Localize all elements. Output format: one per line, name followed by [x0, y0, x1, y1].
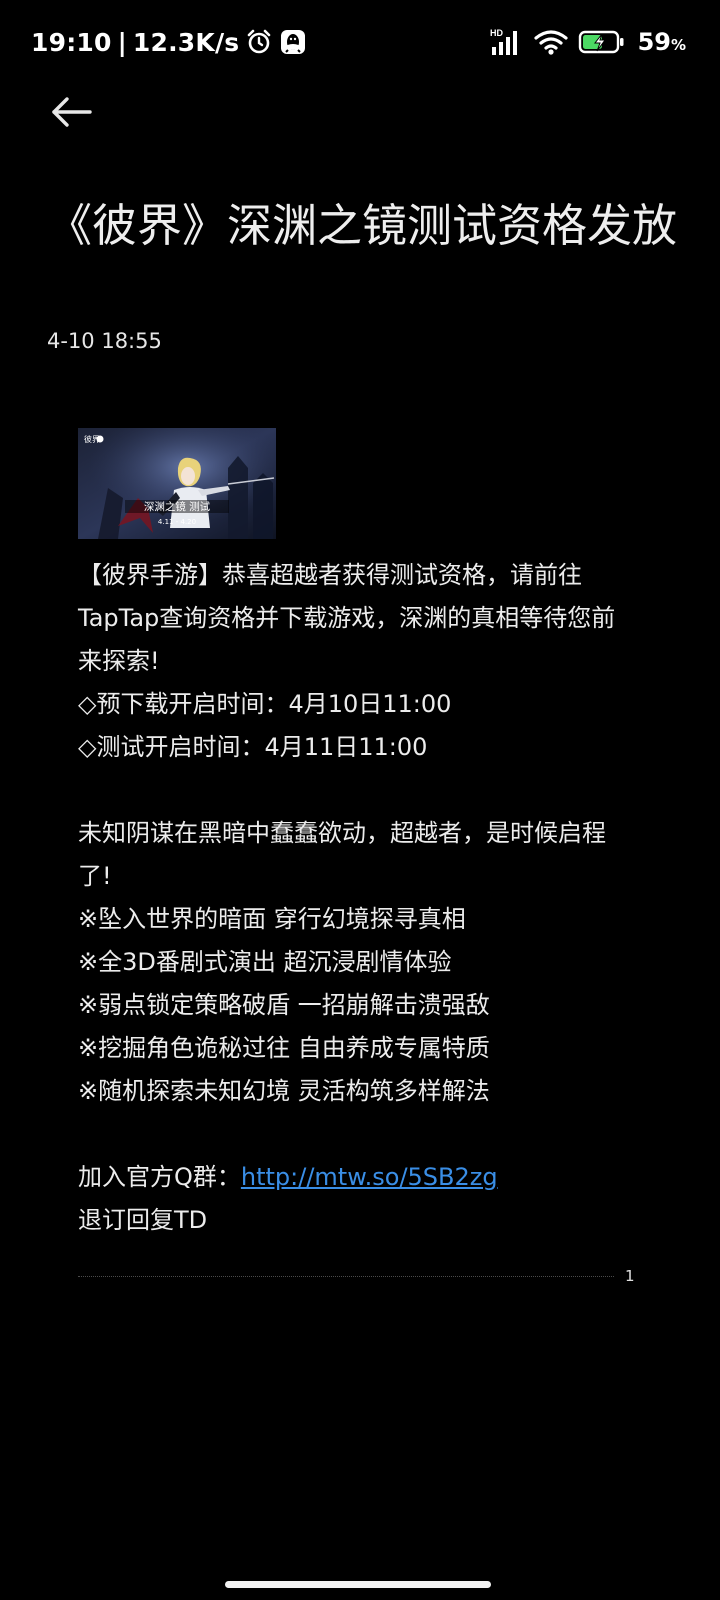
- status-separator: |: [117, 27, 127, 57]
- body-paragraph-story: 未知阴谋在黑暗中蠢蠢欲动，超越者，是时候启程了!: [78, 819, 606, 890]
- divider: [78, 1276, 614, 1277]
- battery-charging-icon: [578, 30, 624, 54]
- feature-line: ※全3D番剧式演出 超沉浸剧情体验: [78, 948, 452, 976]
- battery-level-unit: %: [670, 36, 686, 54]
- group-link[interactable]: http://mtw.so/5SB2zg: [241, 1163, 498, 1191]
- body-paragraph-intro: 【彼界手游】恭喜超越者获得测试资格，请前往TapTap查询资格并下载游戏，深渊的…: [78, 561, 616, 675]
- status-bar-left: 19:10 | 12.3K/s: [31, 27, 307, 57]
- alarm-icon: [248, 29, 271, 54]
- game-banner-image[interactable]: 彼界 深渊之镜 测试 4.11 - 4.20: [78, 428, 276, 539]
- feature-line: ※随机探索未知幻境 灵活构筑多样解法: [78, 1077, 490, 1105]
- message-date: 4-10 18:55: [47, 329, 162, 353]
- qq-icon: [281, 30, 306, 54]
- network-speed: 12.3K/s: [132, 27, 240, 57]
- status-bar-right: HD 59%: [490, 26, 686, 58]
- banner-title-text: 深渊之镜 测试: [144, 500, 211, 513]
- feature-line: ※挖掘角色诡秘过往 自由养成专属特质: [78, 1034, 490, 1062]
- home-indicator[interactable]: [225, 1581, 491, 1588]
- back-arrow-icon: [52, 97, 92, 127]
- feature-line: ※坠入世界的暗面 穿行幻境探寻真相: [78, 905, 466, 933]
- clock: 19:10: [31, 27, 112, 57]
- message-title: 《彼界》深渊之镜测试资格发放: [47, 199, 678, 252]
- body-line-predownload: ◇预下载开启时间：4月10日11:00: [78, 690, 452, 718]
- unsubscribe-text: 退订回复TD: [78, 1206, 208, 1234]
- group-line: 加入官方Q群：http://mtw.so/5SB2zg: [78, 1156, 638, 1199]
- banner-artwork: 彼界 深渊之镜 测试 4.11 - 4.20: [78, 428, 276, 539]
- banner-dates-text: 4.11 - 4.20: [158, 518, 196, 526]
- wifi-icon: [533, 30, 568, 55]
- back-button[interactable]: [48, 92, 100, 136]
- battery-level: 59%: [638, 28, 686, 56]
- feature-line: ※弱点锁定策略破盾 一招崩解击溃强敌: [78, 991, 490, 1019]
- body-line-test-start: ◇测试开启时间：4月11日11:00: [78, 733, 428, 761]
- status-bar: 19:10 | 12.3K/s HD 59%: [0, 0, 720, 84]
- signal-tag: HD: [490, 28, 503, 38]
- message-body: 【彼界手游】恭喜超越者获得测试资格，请前往TapTap查询资格并下载游戏，深渊的…: [78, 554, 638, 1242]
- hd-signal-icon: HD: [490, 28, 517, 55]
- battery-level-number: 59: [637, 28, 671, 56]
- page-number: 1: [625, 1267, 635, 1285]
- group-label: 加入官方Q群：: [78, 1163, 241, 1191]
